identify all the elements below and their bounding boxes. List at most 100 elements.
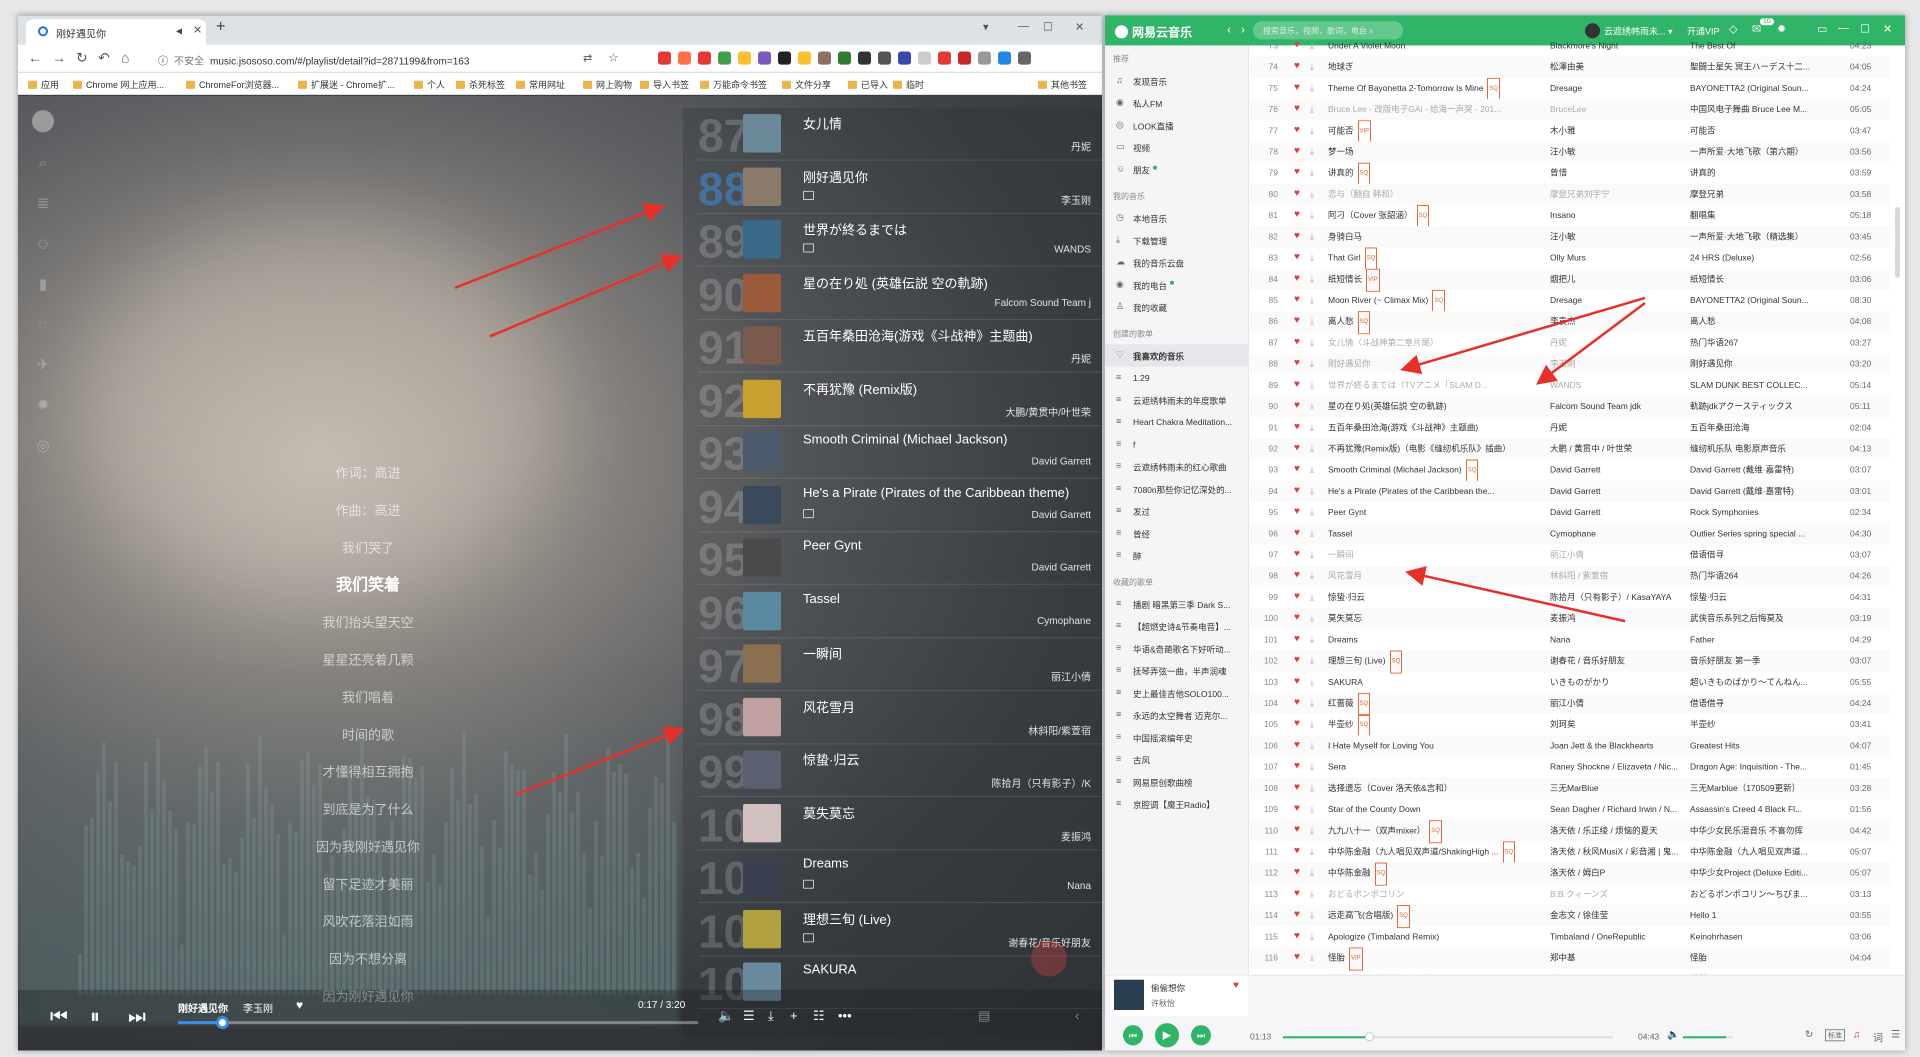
song-artist[interactable]: 洛天依 / 乐正绫 / 烦恼的夏天 — [1550, 820, 1680, 841]
heart-icon[interactable]: ♥ — [1294, 437, 1300, 458]
download-icon[interactable]: ⤓ — [1310, 523, 1314, 544]
song-artist[interactable]: David Garrett — [1550, 460, 1680, 481]
song-album[interactable]: 一声所爱·大地飞歌（第六期） — [1690, 141, 1840, 162]
sidebar-item[interactable]: ◷ 本地音乐 — [1105, 207, 1249, 229]
extension-icon[interactable] — [958, 51, 971, 65]
table-row[interactable]: 84 ♥ ⤓ 纸短情长 VIP 烟把儿 纸短情长 03:06 — [1250, 268, 1890, 292]
table-row[interactable]: 115 ♥ ⤓ Apologize (Timbaland Remix) Timbalan… — [1250, 926, 1890, 947]
table-row[interactable]: 73 ♥ ⤓ Under A Violet Moon Blackmore's Night… — [1250, 35, 1890, 56]
table-row[interactable]: 109 ♥ ⤓ Star of the County Down Sean Dagher … — [1250, 799, 1890, 820]
heart-icon[interactable]: ♥ — [1294, 649, 1300, 670]
song-album[interactable]: Dragon Age: Inquisition - The... — [1690, 756, 1840, 777]
song-artist[interactable]: 李袁杰 — [1550, 311, 1680, 332]
minimize-button[interactable]: — — [1838, 22, 1849, 34]
playlist-icon[interactable]: ☰ — [1891, 1029, 1900, 1040]
download-icon[interactable]: ⤓ — [1310, 163, 1314, 184]
table-row[interactable]: 96 ♥ ⤓ Tassel Cymophane Outlier Series spring… — [1250, 523, 1890, 545]
progress-knob[interactable] — [1364, 1032, 1374, 1042]
volume-icon[interactable]: 🔈 — [1667, 1029, 1679, 1040]
heart-icon[interactable]: ♥ — [1294, 543, 1300, 564]
download-icon[interactable]: ⤓ — [1310, 672, 1314, 693]
playlist-item[interactable]: 92 不再犹豫 (Remix版) 大鹏/黄贯中/叶世荣 — [698, 373, 1102, 426]
playlist-item[interactable]: 96 Tassel Cymophane — [698, 585, 1102, 638]
extension-icon[interactable] — [678, 51, 691, 65]
sidebar-item[interactable]: ≡ f — [1105, 433, 1249, 455]
song-artist[interactable]: 木小雅 — [1550, 120, 1680, 141]
shirt-icon[interactable]: ◇ — [1729, 22, 1737, 35]
song-artist[interactable]: Nana — [1550, 629, 1680, 650]
table-row[interactable]: 77 ♥ ⤓ 可能否 VIP 木小雅 可能否 03:47 — [1250, 119, 1890, 144]
playlist-item[interactable]: 100 莫失莫忘 麦振鸿 — [698, 797, 1102, 850]
table-row[interactable]: 114 ♥ ⤓ 远走高飞(合唱版) SQ 金志文 / 徐佳莹 Hello 1 03:55 — [1250, 904, 1890, 929]
extension-icon[interactable] — [698, 51, 711, 65]
next-button[interactable]: ⏭ — [1191, 1025, 1211, 1046]
plane-icon[interactable]: ✈ — [34, 357, 52, 375]
download-icon[interactable]: ⤓ — [1310, 799, 1314, 820]
song-artist[interactable]: Insano — [1550, 205, 1680, 226]
song-artist[interactable]: 林斜阳 / 紫萱宿 — [1550, 566, 1680, 587]
volume-icon[interactable]: 🔈 — [718, 1008, 734, 1024]
table-row[interactable]: 89 ♥ ⤓ 世界が終るまでは（TVアニメ「SLAM D... WANDS SLAM DU… — [1250, 375, 1890, 396]
song-artist[interactable]: いきものがかり — [1550, 672, 1680, 693]
playlist-item[interactable]: 89 世界が終るまでは WANDS — [698, 214, 1102, 267]
song-artist[interactable]: 刘珂矣 — [1550, 714, 1680, 735]
heart-icon[interactable]: ♥ — [1294, 225, 1300, 246]
extension-icon[interactable] — [858, 51, 871, 65]
song-album[interactable]: 中华少女民乐混音乐 不喜勿挥 — [1690, 820, 1840, 841]
heart-icon[interactable]: ♥ — [1294, 692, 1300, 713]
heart-icon[interactable]: ♥ — [1294, 246, 1300, 267]
gear-icon[interactable]: ✹ — [34, 397, 52, 415]
extension-icon[interactable] — [778, 51, 791, 65]
previous-button[interactable]: ⏮ — [1123, 1025, 1143, 1046]
song-artist[interactable]: Sean Dagher / Richard Irwin / N... — [1550, 799, 1680, 820]
playlist-item[interactable]: 101 Dreams Nana — [698, 850, 1102, 903]
song-artist[interactable]: 丽江小倩 — [1550, 544, 1680, 565]
lyrics-icon[interactable]: 词 — [1873, 1029, 1883, 1044]
song-artist[interactable]: BruceLee — [1550, 99, 1680, 120]
download-icon[interactable]: ⤓ — [1310, 120, 1314, 141]
song-artist[interactable]: Joan Jett & the Blackhearts — [1550, 735, 1680, 756]
heart-icon[interactable]: ♥ — [1294, 56, 1300, 77]
song-artist[interactable]: 洛天依 / 秋风MusiX / 彩音湘 | 鬼... — [1550, 841, 1680, 862]
browser-tab[interactable]: 刚好遇见你 ◂ ✕ — [26, 19, 206, 45]
download-icon[interactable]: ⤓ — [1310, 820, 1314, 841]
table-row[interactable]: 98 ♥ ⤓ 风花雪月 林斜阳 / 紫萱宿 热门华语264 04:26 — [1250, 565, 1890, 587]
heart-icon[interactable]: ♥ — [1294, 140, 1300, 161]
song-artist[interactable]: 洛天依 / 姆白P — [1550, 863, 1680, 884]
song-album[interactable]: 聖闘士星矢 冥王ハーデス十二... — [1690, 57, 1840, 78]
extension-icon[interactable] — [978, 51, 991, 65]
download-icon[interactable]: ⤓ — [1310, 57, 1314, 78]
song-artist[interactable]: 金志文 / 徐佳莹 — [1550, 905, 1680, 926]
heart-icon[interactable]: ♥ — [1294, 374, 1300, 395]
heart-icon[interactable]: ♥ — [1294, 925, 1300, 946]
heart-icon[interactable]: ♥ — [1294, 862, 1300, 883]
bookmark-item[interactable]: 常用网址 — [516, 78, 565, 91]
float-action-button[interactable] — [1031, 940, 1067, 977]
song-album[interactable]: おどるポンポコリン～ちびま... — [1690, 884, 1840, 905]
playlist-item[interactable]: 95 Peer Gynt David Garrett — [698, 532, 1102, 585]
heart-icon[interactable]: ♥ — [1294, 119, 1300, 140]
sidebar-item[interactable]: ◉ 私人FM — [1105, 92, 1249, 114]
song-album[interactable]: Hello 1 — [1690, 905, 1840, 926]
mv-icon[interactable] — [803, 508, 814, 518]
download-icon[interactable]: ⤓ — [1310, 226, 1314, 247]
playlist-item[interactable]: 91 五百年桑田沧海(游戏《斗战神》主题曲) 丹妮 — [698, 320, 1102, 373]
song-artist[interactable]: Dresage — [1550, 78, 1680, 99]
collapse-icon[interactable]: ‹ — [1075, 1008, 1079, 1023]
download-icon[interactable]: ⤓ — [1310, 629, 1314, 650]
song-album[interactable]: BAYONETTA2 (Original Soun... — [1690, 290, 1840, 311]
bell-icon[interactable]: ◌ — [34, 316, 52, 334]
bookmark-item[interactable]: 文件分享 — [782, 78, 831, 91]
song-album[interactable]: 音乐好朋友 第一季 — [1690, 650, 1840, 671]
song-album[interactable]: 离人愁 — [1690, 311, 1840, 332]
heart-icon[interactable]: ♥ — [1294, 395, 1300, 416]
tab-menu-icon[interactable]: ▾ — [983, 20, 989, 33]
search-icon[interactable]: ⌕ — [34, 155, 52, 173]
table-row[interactable]: 80 ♥ ⤓ 恋与（翻自 韩和） 摩登兄弟刘宇宁 摩登兄弟 03:58 — [1250, 183, 1890, 206]
bookmark-item[interactable]: Chrome 网上应用... — [73, 78, 164, 91]
back-icon[interactable]: ‹ — [1227, 22, 1231, 36]
download-icon[interactable]: ⤓ — [1310, 35, 1314, 56]
table-row[interactable]: 82 ♥ ⤓ 身骑白马 汪小敏 一声所爱·大地飞歌（精选集） 03:45 — [1250, 225, 1890, 248]
pause-icon[interactable]: ⏸ — [90, 1006, 100, 1029]
mv-icon[interactable] — [803, 932, 814, 942]
